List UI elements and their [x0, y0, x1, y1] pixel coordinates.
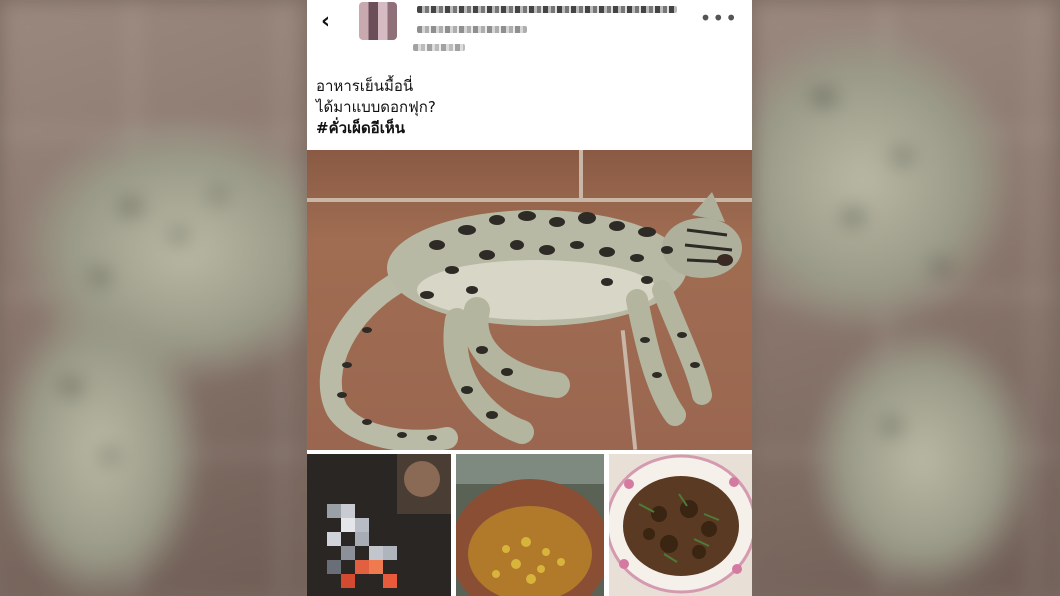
main-photo-leopard-cat[interactable]	[307, 150, 752, 450]
thumbnail-photo-fire[interactable]	[307, 454, 451, 596]
stir-fry-plate-illustration	[609, 454, 752, 596]
pixelated-animal-illustration	[307, 454, 451, 596]
leopard-cat-illustration	[319, 192, 742, 450]
thumbnail-photo-stir-fry[interactable]	[609, 454, 752, 596]
post-timestamp-pixelated	[413, 44, 465, 51]
blurred-background-right	[752, 0, 1060, 596]
post-text-line-1: อาหารเย็นมื้อนี่	[316, 77, 414, 95]
post-text: อาหารเย็นมื้อนี่ ได้มาแบบดอกฟุก? #คั่วเผ…	[316, 76, 436, 139]
thumbnail-photo-clay-pot[interactable]	[456, 454, 604, 596]
post-header: ‹ •••	[307, 0, 752, 62]
social-post: ‹ ••• อาหารเย็นมื้อนี่ ได้มาแบบดอกฟุก? #…	[307, 0, 752, 596]
author-name-pixelated[interactable]	[417, 6, 677, 13]
blurred-background-left	[0, 0, 307, 596]
post-hashtag[interactable]: #คั่วเผ็ดอีเห็น	[316, 118, 436, 139]
clay-pot-illustration	[456, 454, 604, 596]
chevron-left-icon[interactable]: ‹	[321, 9, 330, 34]
author-subline-pixelated	[417, 26, 527, 33]
avatar[interactable]	[359, 2, 397, 40]
more-horizontal-icon[interactable]: •••	[700, 6, 738, 30]
post-text-line-2: ได้มาแบบดอกฟุก?	[316, 98, 436, 116]
